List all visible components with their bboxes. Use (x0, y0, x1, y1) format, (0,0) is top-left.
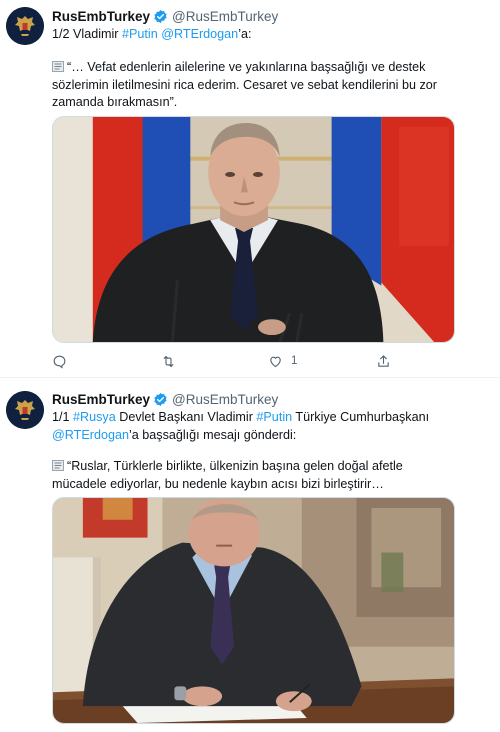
like-button[interactable]: 1 (268, 352, 297, 370)
tweet[interactable]: RusEmbTurkey @RusEmbTurkey 1/1 #Rusya De… (0, 379, 500, 732)
tweet[interactable]: RusEmbTurkey @RusEmbTurkey 1/2 Vladimir … (0, 0, 500, 378)
mention-link[interactable]: @RTErdogan (52, 428, 129, 442)
tweet-text-segment: ’a: (238, 27, 252, 41)
avatar[interactable] (6, 7, 44, 45)
tweet-text: 1/2 Vladimir #Putin @RTErdogan’a: (52, 26, 472, 44)
author-handle[interactable]: @RusEmbTurkey (172, 392, 278, 407)
putin-writing-image (53, 498, 454, 723)
share-button[interactable] (376, 352, 399, 370)
verified-badge-icon (153, 9, 168, 24)
share-icon (378, 354, 389, 367)
tweet-text-segment: Türkiye Cumhurbaşkanı (292, 410, 430, 424)
quote-text: “Ruslar, Türklerle birlikte, ülkenizin b… (52, 459, 403, 491)
tweet-quote: “Ruslar, Türklerle birlikte, ülkenizin b… (52, 458, 447, 493)
reply-icon (53, 355, 66, 369)
tweet-text-segment: 1/1 (52, 410, 74, 424)
author-handle[interactable]: @RusEmbTurkey (172, 9, 278, 24)
hashtag-link[interactable]: #Rusya (73, 410, 116, 424)
putin-portrait-image (53, 117, 454, 342)
tweet-quote: “… Vefat edenlerin ailelerine ve yakınla… (52, 59, 472, 112)
hashtag-link[interactable]: #Putin (256, 410, 292, 424)
coat-of-arms-icon (6, 391, 44, 429)
mention-link[interactable]: @RTErdogan (161, 27, 238, 41)
tweet-text-segment: 1/2 Vladimir (52, 27, 122, 41)
tweet-actions: 1 (52, 352, 452, 372)
coat-of-arms-icon (6, 7, 44, 45)
verified-badge-icon (153, 392, 168, 407)
like-count: 1 (291, 355, 298, 367)
tweet-image[interactable] (52, 497, 455, 724)
retweet-icon (163, 355, 174, 367)
author-name[interactable]: RusEmbTurkey (52, 392, 150, 407)
heart-icon (270, 356, 281, 367)
author-name[interactable]: RusEmbTurkey (52, 9, 150, 24)
document-icon (52, 61, 64, 72)
reply-button[interactable] (52, 352, 75, 370)
tweet-text-segment: ’a başsağlığı mesajı gönderdi: (128, 427, 297, 442)
tweet-image[interactable] (52, 116, 455, 343)
retweet-button[interactable] (161, 352, 184, 370)
avatar[interactable] (6, 391, 44, 429)
quote-text: “… Vefat edenlerin ailelerine ve yakınla… (52, 60, 437, 109)
hashtag-link[interactable]: #Putin (122, 27, 158, 41)
document-icon (52, 460, 64, 471)
tweet-text-segment: Devlet Başkanı Vladimir (115, 410, 257, 424)
tweet-text: 1/1 #Rusya Devlet Başkanı Vladimir #Puti… (52, 409, 482, 444)
